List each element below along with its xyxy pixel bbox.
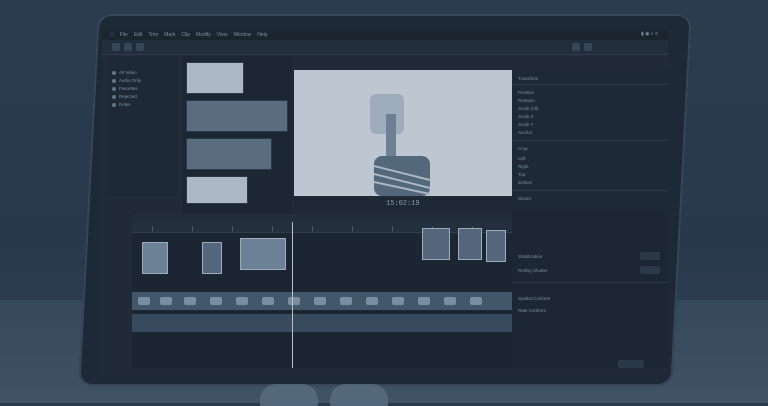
waveform (314, 297, 326, 305)
menu-view[interactable]: View (217, 32, 228, 38)
library-item[interactable]: Rejected (112, 94, 137, 99)
ruler-tick (272, 226, 273, 232)
inspector-row[interactable]: Stabilization (518, 254, 542, 259)
timeline-clip[interactable] (458, 228, 482, 260)
waveform (288, 297, 300, 305)
toggle-control[interactable] (640, 266, 660, 274)
inspector-row[interactable]: Top (518, 172, 525, 177)
inspector-row: Transform (518, 76, 539, 81)
ruler-tick (152, 226, 153, 232)
audio-track[interactable] (132, 314, 512, 332)
inspector-panel: Transform Position Rotation Scale (All) … (512, 70, 668, 210)
browser-clip[interactable] (186, 62, 244, 94)
action-button[interactable] (618, 360, 644, 368)
share-icon[interactable] (584, 43, 592, 51)
waveform (184, 297, 196, 305)
menu-file[interactable]: File (120, 32, 128, 38)
inspector-row[interactable]: Anchor (518, 130, 532, 135)
timeline-clip[interactable] (486, 230, 506, 262)
inspector-row[interactable]: Scale X (518, 114, 534, 119)
timeline-clip[interactable] (240, 238, 286, 270)
waveform (392, 297, 404, 305)
inspector-row[interactable]: Scale Y (518, 122, 533, 127)
inspector-row: Crop (518, 146, 528, 151)
browser-clip[interactable] (186, 100, 288, 132)
waveform (138, 297, 150, 305)
ruler-tick (232, 226, 233, 232)
inspector-row[interactable]: Right (518, 164, 529, 169)
menu-window[interactable]: Window (233, 32, 251, 38)
viewer[interactable] (294, 70, 512, 196)
apple-icon[interactable]:  (110, 32, 114, 38)
waveform (210, 297, 222, 305)
waveform (262, 297, 274, 305)
timeline-clip[interactable] (142, 242, 168, 274)
timeline-clip[interactable] (422, 228, 450, 260)
library-sidebar: All Video Audio Only Favorites Rejected … (108, 56, 178, 196)
viewer-frame-image (370, 94, 431, 196)
role-icon (112, 102, 116, 107)
menu-help[interactable]: Help (257, 32, 267, 38)
inspector-row[interactable]: Bottom (518, 180, 532, 185)
timeline-ruler (132, 222, 512, 233)
ruler-tick (312, 226, 313, 232)
inspector-row[interactable]: Rotation (518, 98, 535, 103)
inspector-toggle-icon[interactable] (572, 43, 580, 51)
inspector-lower-panel: Stabilization Rolling Shutter Spatial Co… (512, 210, 668, 368)
waveform (418, 297, 430, 305)
inspector-row[interactable]: Rolling Shutter (518, 268, 548, 273)
ruler-tick (352, 226, 353, 232)
import-icon[interactable] (112, 43, 120, 51)
inspector-row[interactable]: Spatial Conform (518, 296, 550, 301)
divider (512, 84, 668, 85)
film-icon (112, 70, 116, 75)
inspector-row[interactable]: Distort (518, 196, 531, 201)
timecode-display: 15:02:19 (386, 200, 420, 208)
inspector-row[interactable]: Left (518, 156, 526, 161)
waveform (160, 297, 172, 305)
timeline-clip[interactable] (202, 242, 222, 274)
timeline-header (132, 214, 512, 222)
analyze-icon[interactable] (136, 43, 144, 51)
menu-edit[interactable]: Edit (134, 32, 143, 38)
primary-storyline[interactable] (132, 292, 512, 310)
inspector-row[interactable]: Rate Conform (518, 308, 546, 313)
divider (512, 140, 668, 141)
clip-browser (182, 56, 292, 221)
waveform (340, 297, 352, 305)
browser-clip[interactable] (186, 138, 272, 170)
waveform (444, 297, 456, 305)
audio-icon (112, 78, 116, 83)
waveform (236, 297, 248, 305)
viewer-controls: 15:02:19 (294, 198, 512, 210)
browser-clip[interactable] (186, 176, 248, 204)
library-item[interactable]: Roles (112, 102, 131, 107)
waveform (470, 297, 482, 305)
library-item[interactable]: All Video (112, 70, 137, 75)
library-item[interactable]: Favorites (112, 86, 138, 91)
ruler-tick (192, 226, 193, 232)
star-icon (112, 86, 116, 91)
keyword-icon[interactable] (124, 43, 132, 51)
menu-clip[interactable]: Clip (181, 32, 190, 38)
toolbar (102, 40, 668, 55)
ruler-tick (392, 226, 393, 232)
library-item[interactable]: Audio Only (112, 78, 141, 83)
divider (512, 190, 668, 191)
menu-mark[interactable]: Mark (164, 32, 175, 38)
waveform (366, 297, 378, 305)
laptop-screen:  File Edit Trim Mark Clip Modify View W… (102, 30, 668, 376)
playhead[interactable] (292, 222, 293, 368)
inspector-row[interactable]: Position (518, 90, 534, 95)
divider (512, 282, 668, 283)
toggle-control[interactable] (640, 252, 660, 260)
menu-bar:  File Edit Trim Mark Clip Modify View W… (102, 30, 668, 40)
inspector-row[interactable]: Scale (All) (518, 106, 539, 111)
menu-modify[interactable]: Modify (196, 32, 211, 38)
reject-icon (112, 94, 116, 99)
timeline[interactable] (132, 222, 512, 368)
status-icons: ▮ ◉ ⌕ ≡ (641, 31, 658, 37)
menu-trim[interactable]: Trim (148, 32, 158, 38)
